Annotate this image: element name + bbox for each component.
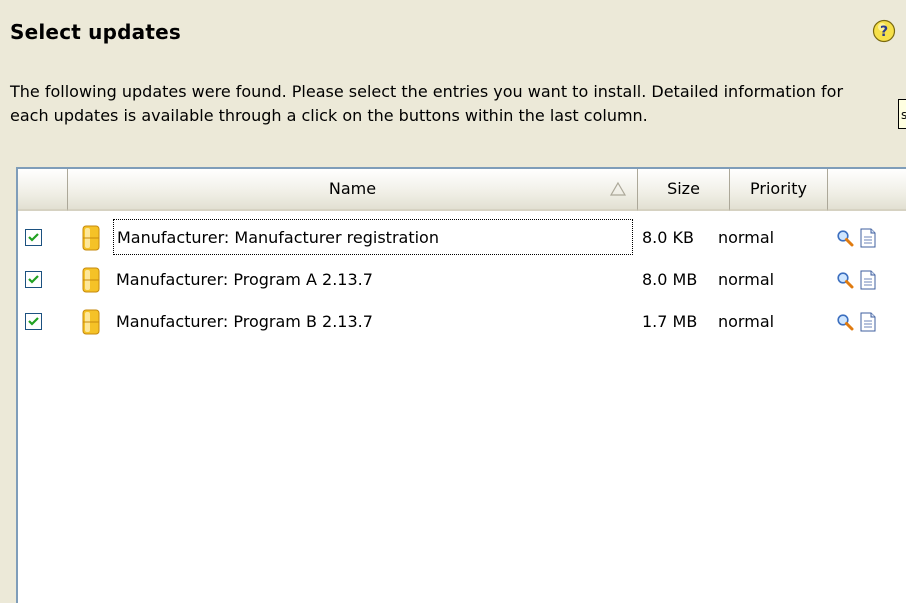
row-size: 1.7 MB (642, 312, 698, 331)
row-name: Manufacturer: Program B 2.13.7 (116, 312, 373, 331)
package-icon (82, 267, 100, 293)
row-size: 8.0 MB (642, 270, 698, 289)
magnifier-icon[interactable] (836, 313, 854, 331)
update-panel: Select updates ? The following updates w… (0, 0, 906, 603)
column-header-actions (828, 169, 906, 211)
row-priority: normal (718, 312, 775, 331)
row-checkbox[interactable] (25, 229, 42, 246)
checkmark-icon (28, 233, 39, 242)
updates-table: Name Size Priority Manufacturer: Manufac… (16, 167, 906, 603)
page-title: Select updates (10, 20, 181, 44)
document-icon[interactable] (860, 228, 876, 248)
row-checkbox[interactable] (25, 313, 42, 330)
table-header: Name Size Priority (18, 169, 906, 211)
row-name: Manufacturer: Program A 2.13.7 (116, 270, 373, 289)
document-icon[interactable] (860, 312, 876, 332)
row-checkbox[interactable] (25, 271, 42, 288)
table-row[interactable]: Manufacturer: Program A 2.13.7 8.0 MB no… (18, 259, 892, 301)
magnifier-icon[interactable] (836, 229, 854, 247)
checkmark-icon (28, 317, 39, 326)
column-header-size[interactable]: Size (638, 169, 730, 211)
row-size: 8.0 KB (642, 228, 694, 247)
table-row[interactable]: Manufacturer: Program B 2.13.7 1.7 MB no… (18, 301, 892, 343)
column-header-checkbox[interactable] (18, 169, 68, 211)
package-icon (82, 225, 100, 251)
column-header-name[interactable]: Name (68, 169, 638, 211)
svg-text:?: ? (880, 24, 888, 40)
tooltip-edge: s (898, 99, 906, 129)
row-name: Manufacturer: Manufacturer registration (113, 219, 633, 255)
column-header-name-label: Name (328, 179, 377, 198)
help-icon[interactable]: ? (872, 19, 896, 43)
column-header-priority[interactable]: Priority (730, 169, 828, 211)
sort-ascending-icon (609, 181, 627, 196)
magnifier-icon[interactable] (836, 271, 854, 289)
row-priority: normal (718, 228, 775, 247)
package-icon (82, 309, 100, 335)
description-text: The following updates were found. Please… (10, 82, 844, 125)
checkmark-icon (28, 275, 39, 284)
row-priority: normal (718, 270, 775, 289)
table-row[interactable]: Manufacturer: Manufacturer registration … (18, 217, 892, 259)
document-icon[interactable] (860, 270, 876, 290)
